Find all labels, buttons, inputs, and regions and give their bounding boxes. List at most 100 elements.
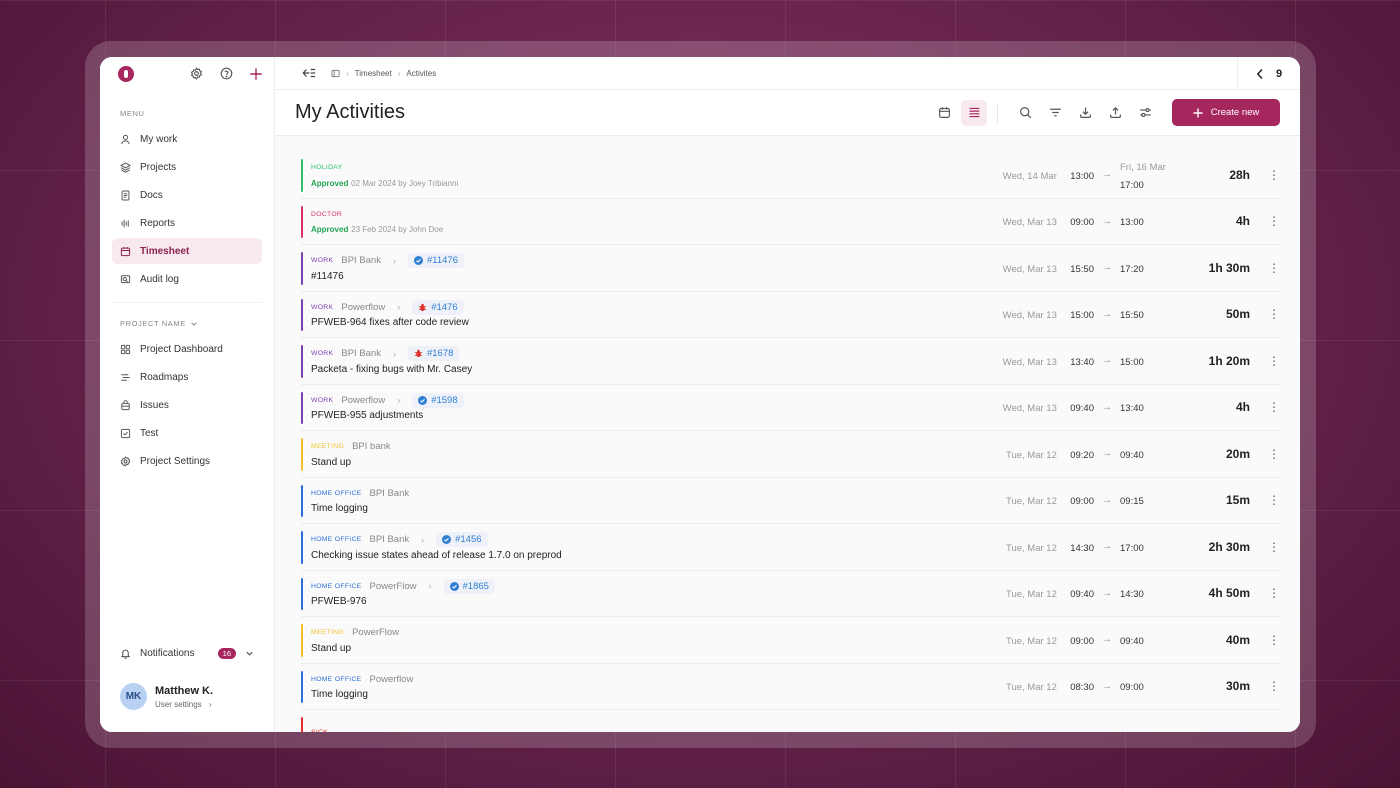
category-stripe bbox=[301, 438, 303, 471]
bug-icon bbox=[414, 350, 423, 358]
toolbar-divider bbox=[997, 102, 998, 123]
add-icon[interactable] bbox=[248, 66, 264, 82]
collapse-sidebar-icon[interactable] bbox=[301, 65, 317, 81]
activity-row[interactable]: HOME OFFICE BPI Bank Time logging Tue, Mar … bbox=[301, 478, 1280, 524]
category-label: HOME OFFICE bbox=[311, 582, 362, 590]
issue-tag[interactable]: #1678 bbox=[407, 346, 460, 362]
chevron-down-icon[interactable] bbox=[245, 649, 254, 658]
activity-row[interactable]: WORK Powerflow › #1598 PFWEB-955 adjustments… bbox=[301, 385, 1280, 431]
sidebar-item-reports[interactable]: Reports bbox=[112, 210, 262, 236]
activity-row[interactable]: DOCTOR Approved 23 Feb 2024 by John Doe We… bbox=[301, 199, 1280, 245]
more-options-icon[interactable]: ⋮ bbox=[1250, 307, 1280, 321]
issue-tag-label: #11476 bbox=[426, 255, 458, 267]
settings-icon[interactable] bbox=[188, 66, 204, 82]
sidebar-item-timesheet[interactable]: Timesheet bbox=[112, 238, 262, 264]
sidebar-item-my-work[interactable]: My work bbox=[112, 126, 262, 152]
sidebar-item-docs[interactable]: Docs bbox=[112, 182, 262, 208]
activity-row[interactable]: HOME OFFICE Powerflow Time logging Tue, Mar… bbox=[301, 664, 1280, 710]
sidebar-item-roadmaps[interactable]: Roadmaps bbox=[112, 364, 262, 390]
category-stripe bbox=[301, 391, 303, 424]
download-button[interactable] bbox=[1072, 100, 1098, 126]
more-options-icon[interactable]: ⋮ bbox=[1250, 261, 1280, 275]
user-settings-link[interactable]: User settings › bbox=[155, 700, 213, 709]
start-time: 08:30 bbox=[1070, 682, 1094, 694]
audit-icon bbox=[120, 274, 131, 283]
pager: 9 bbox=[1237, 57, 1300, 90]
activity-row[interactable]: WORK Powerflow › #1476 PFWEB-964 fixes after… bbox=[301, 292, 1280, 338]
activity-list: HOLIDAY Approved 02 Mar 2024 by Joey Trib… bbox=[301, 152, 1280, 732]
issue-tag[interactable]: #1456 bbox=[436, 532, 488, 548]
sidebar-item-label: Docs bbox=[140, 189, 163, 201]
project-name[interactable]: PowerFlow bbox=[370, 581, 417, 592]
search-icon bbox=[1019, 107, 1031, 119]
upload-button[interactable] bbox=[1102, 100, 1128, 126]
activity-title: Stand up bbox=[311, 642, 352, 654]
issue-tag[interactable]: #11476 bbox=[407, 253, 464, 269]
user-name: Matthew K. bbox=[155, 684, 214, 697]
activity-row[interactable]: SICK bbox=[301, 710, 1280, 732]
project-section-label[interactable]: PROJECT NAME bbox=[100, 319, 274, 328]
sidebar-item-issues[interactable]: Issues bbox=[112, 392, 262, 418]
arrow-right-icon: → bbox=[1102, 308, 1112, 320]
activity-row[interactable]: HOLIDAY Approved 02 Mar 2024 by Joey Trib… bbox=[301, 152, 1280, 199]
project-name[interactable]: Powerflow bbox=[341, 395, 385, 406]
more-options-icon[interactable]: ⋮ bbox=[1250, 633, 1280, 647]
more-options-icon[interactable]: ⋮ bbox=[1250, 679, 1280, 693]
pager-value: 9 bbox=[1275, 67, 1283, 80]
home-icon[interactable] bbox=[331, 69, 340, 78]
breadcrumb-timesheet[interactable]: Timesheet bbox=[355, 69, 392, 78]
list-view-button[interactable] bbox=[961, 99, 987, 126]
help-icon[interactable] bbox=[218, 66, 234, 82]
issue-tag[interactable]: #1476 bbox=[412, 299, 464, 315]
activity-title: PFWEB-964 fixes after code review bbox=[311, 317, 469, 329]
project-name[interactable]: PowerFlow bbox=[352, 627, 399, 638]
activity-row[interactable]: WORK BPI Bank › #11476 #11476 Wed, Mar 13 15:… bbox=[301, 245, 1280, 292]
sidebar-item-audit-log[interactable]: Audit log bbox=[112, 266, 262, 292]
activity-info: DOCTOR Approved 23 Feb 2024 by John Doe bbox=[301, 207, 443, 235]
user-profile[interactable]: MK Matthew K. User settings › bbox=[120, 683, 213, 710]
project-name[interactable]: BPI Bank bbox=[341, 348, 381, 359]
activity-row[interactable]: MEETING PowerFlow Stand up Tue, Mar 12 09:0… bbox=[301, 617, 1280, 664]
start-date: Wed, Mar 13 bbox=[1002, 263, 1057, 275]
activity-info: WORK BPI Bank › #1678 Packeta - fixing bugs … bbox=[301, 346, 472, 375]
more-options-icon[interactable]: ⋮ bbox=[1250, 586, 1280, 600]
notifications-item[interactable]: Notifications 16 bbox=[112, 641, 262, 665]
end-time: 09:15 bbox=[1120, 496, 1144, 508]
chevron-right-icon: › bbox=[428, 581, 432, 592]
project-name[interactable]: BPI bank bbox=[352, 441, 391, 452]
filter-button[interactable] bbox=[1042, 100, 1068, 126]
activity-row[interactable]: HOME OFFICE BPI Bank › #1456 Checking issue … bbox=[301, 524, 1280, 571]
sidebar-item-test[interactable]: Test bbox=[112, 420, 262, 446]
sidebar-item-label: Test bbox=[140, 427, 159, 439]
more-options-icon[interactable]: ⋮ bbox=[1250, 447, 1280, 461]
create-new-button[interactable]: Create new bbox=[1172, 99, 1280, 126]
end-time: 17:20 bbox=[1120, 263, 1144, 275]
project-name[interactable]: Powerflow bbox=[370, 674, 414, 685]
more-options-icon[interactable]: ⋮ bbox=[1250, 493, 1280, 507]
sidebar-item-project-settings[interactable]: Project Settings bbox=[112, 448, 262, 474]
calendar-view-button[interactable] bbox=[931, 100, 957, 126]
sidebar-item-projects[interactable]: Projects bbox=[112, 154, 262, 180]
more-options-icon[interactable]: ⋮ bbox=[1250, 354, 1280, 368]
user-icon bbox=[121, 134, 130, 144]
arrow-right-icon: → bbox=[1102, 587, 1112, 599]
more-options-icon[interactable]: ⋮ bbox=[1250, 214, 1280, 228]
chevron-left-icon[interactable] bbox=[1256, 68, 1264, 80]
search-button[interactable] bbox=[1012, 100, 1038, 126]
activity-row[interactable]: MEETING BPI bank Stand up Tue, Mar 12 09:20… bbox=[301, 431, 1280, 478]
project-name[interactable]: Powerflow bbox=[341, 302, 385, 313]
more-options-icon[interactable]: ⋮ bbox=[1250, 168, 1280, 182]
more-options-icon[interactable]: ⋮ bbox=[1250, 400, 1280, 414]
project-name[interactable]: BPI Bank bbox=[341, 255, 381, 266]
sidebar-item-project-dashboard[interactable]: Project Dashboard bbox=[112, 336, 262, 362]
issue-tag[interactable]: #1865 bbox=[443, 578, 495, 594]
issue-tag[interactable]: #1598 bbox=[412, 392, 464, 408]
settings-sliders-button[interactable] bbox=[1132, 100, 1158, 126]
more-options-icon[interactable]: ⋮ bbox=[1250, 540, 1280, 554]
app-logo[interactable] bbox=[118, 65, 134, 82]
project-name[interactable]: BPI Bank bbox=[370, 534, 410, 545]
approval-status: Approved bbox=[311, 178, 349, 188]
project-name[interactable]: BPI Bank bbox=[370, 488, 410, 499]
activity-row[interactable]: HOME OFFICE PowerFlow › #1865 PFWEB-976 Tue, … bbox=[301, 571, 1280, 617]
activity-row[interactable]: WORK BPI Bank › #1678 Packeta - fixing bugs … bbox=[301, 338, 1280, 385]
